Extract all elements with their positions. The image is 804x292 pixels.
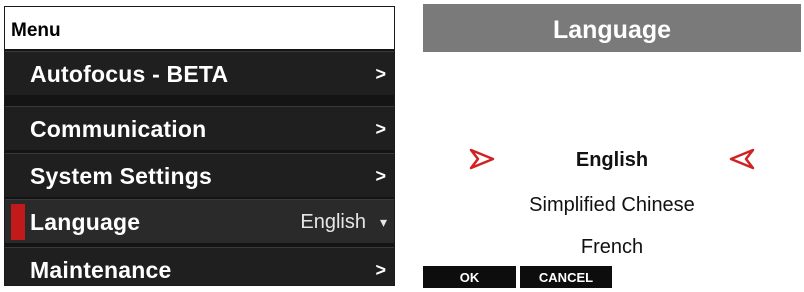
chevron-right-icon: > (375, 119, 386, 139)
language-current-value: English (300, 211, 366, 233)
main-menu: Menu Autofocus - BETA > Communication > … (4, 6, 395, 286)
language-picker: Language English Simplified Chinese Fren… (423, 4, 801, 288)
menu-item-label: Maintenance (30, 257, 172, 283)
menu-item-label: Autofocus - BETA (30, 61, 229, 87)
selection-arrow-right-icon (729, 148, 755, 170)
cancel-button[interactable]: CANCEL (520, 266, 612, 288)
menu-title: Menu (5, 7, 394, 51)
chevron-right-icon: > (375, 166, 386, 186)
softkey-bar: OK CANCEL (423, 266, 801, 288)
menu-item-system-settings[interactable]: System Settings > (5, 153, 394, 197)
menu-item-communication[interactable]: Communication > (5, 106, 394, 150)
menu-item-autofocus[interactable]: Autofocus - BETA > (5, 51, 394, 95)
chevron-right-icon: > (375, 260, 386, 280)
selection-indicator (11, 204, 25, 240)
menu-item-maintenance[interactable]: Maintenance > (5, 247, 394, 285)
menu-item-language[interactable]: Language English ▾ (5, 199, 394, 243)
menu-item-label: Language (30, 209, 141, 235)
language-picker-title: Language (423, 4, 801, 52)
language-option-french[interactable]: French (423, 236, 801, 259)
menu-item-label: Communication (30, 116, 207, 142)
language-option-simplified-chinese[interactable]: Simplified Chinese (423, 194, 801, 217)
chevron-down-icon: ▾ (379, 214, 387, 230)
menu-item-label: System Settings (30, 163, 212, 189)
ok-button[interactable]: OK (423, 266, 516, 288)
chevron-right-icon: > (375, 64, 386, 84)
